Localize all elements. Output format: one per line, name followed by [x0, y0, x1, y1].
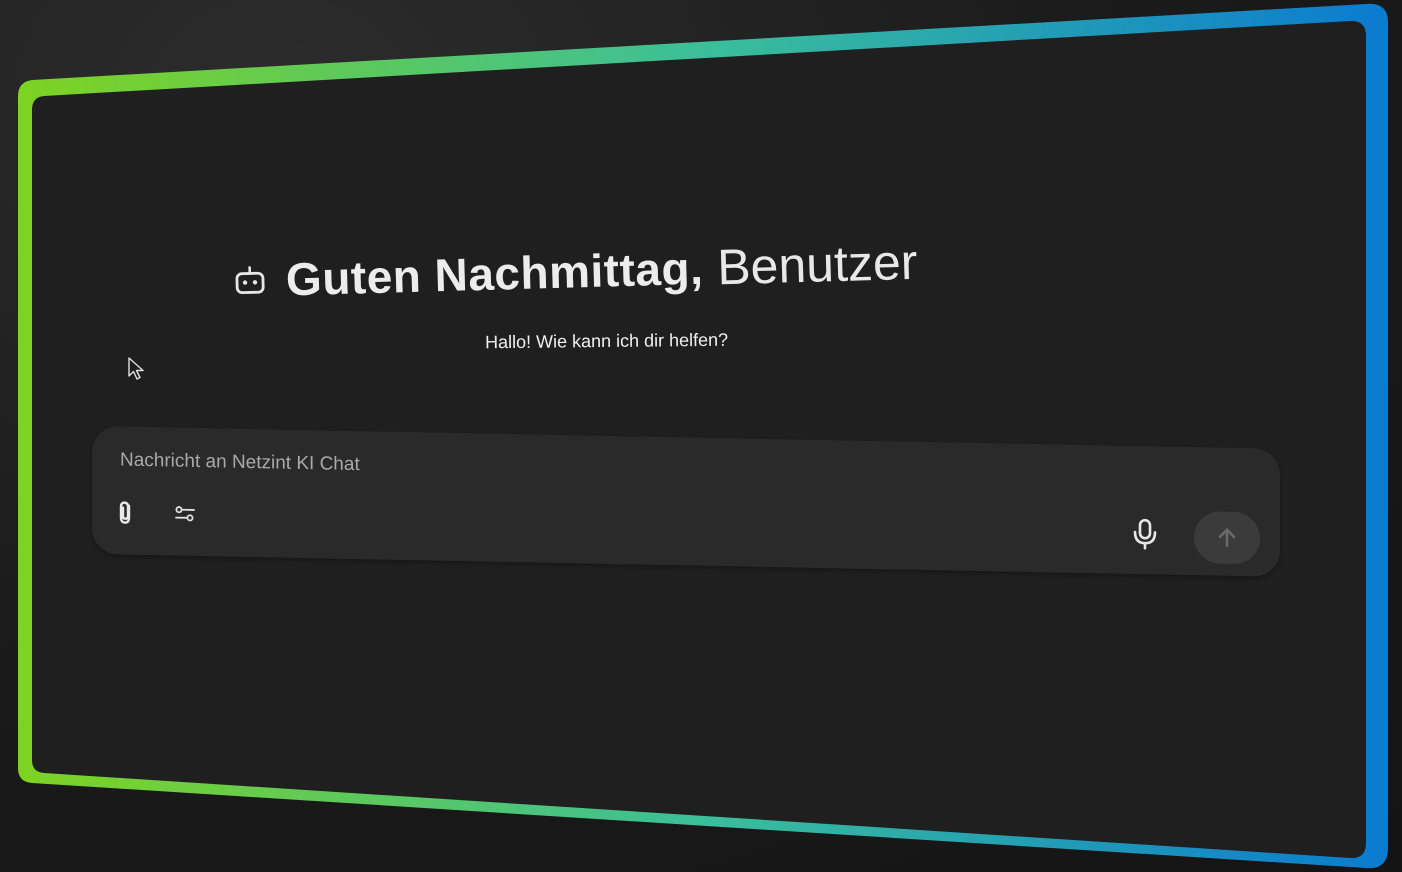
- arrow-up-icon: [1218, 528, 1236, 548]
- send-button[interactable]: [1194, 511, 1260, 565]
- attach-button[interactable]: [108, 494, 144, 531]
- settings-button[interactable]: [167, 495, 203, 532]
- greeting-subtitle: Hallo! Wie kann ich dir helfen?: [484, 329, 729, 353]
- paperclip-icon: [119, 501, 131, 524]
- sliders-icon: [175, 506, 195, 522]
- greeting-user-name: Benutzer: [716, 233, 919, 296]
- message-input[interactable]: [118, 446, 1022, 492]
- mouse-cursor-icon: [128, 357, 144, 380]
- microphone-icon: [1133, 518, 1157, 550]
- bot-icon: [229, 260, 270, 301]
- voice-input-button[interactable]: [1127, 516, 1163, 553]
- greeting-title: Guten Nachmittag,: [285, 241, 704, 306]
- message-composer: [92, 426, 1280, 577]
